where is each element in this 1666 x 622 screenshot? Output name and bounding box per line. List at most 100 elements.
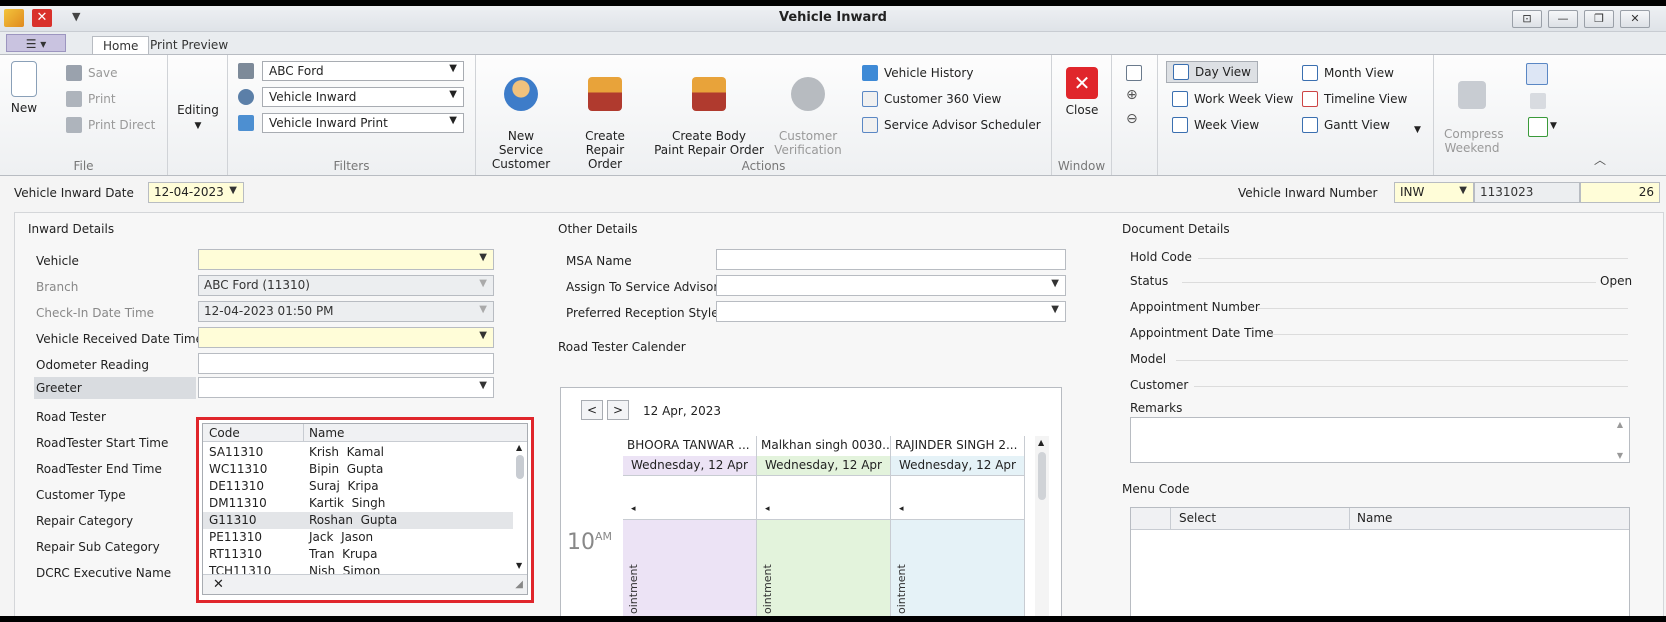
scroll-thumb[interactable] <box>516 455 524 479</box>
month-view-button[interactable]: Month View <box>1302 65 1394 81</box>
expand-left-icon[interactable]: ◂ <box>765 504 770 514</box>
expand-left-icon[interactable]: ◂ <box>631 504 636 514</box>
inward-seq-field: 26 <box>1580 182 1660 203</box>
greeter-option-row[interactable]: DE11310 Suraj Kripa <box>203 478 513 495</box>
inward-prefix-field[interactable]: INW ▼ <box>1394 182 1474 203</box>
greeter-grid-header: Code Name <box>203 424 527 442</box>
remarks-field[interactable]: ▲ ▼ <box>1130 417 1630 463</box>
save-button[interactable]: Save <box>66 65 117 81</box>
calendar-grid-icon <box>1302 65 1318 81</box>
assign-label: Assign To Service Advisor <box>566 280 719 294</box>
create-body-paint-label: Create Body Paint Repair Order <box>654 129 764 157</box>
resize-grip-icon[interactable]: ◢ <box>515 579 523 590</box>
edit-icon <box>862 117 878 133</box>
print-format-value: Vehicle Inward Print <box>269 116 388 130</box>
create-body-paint-button[interactable]: Create Body Paint Repair Order <box>654 63 764 157</box>
code-column-header[interactable]: Code <box>209 426 240 440</box>
scroll-thumb[interactable] <box>1038 452 1046 500</box>
menu-name-column[interactable]: Name <box>1357 511 1392 525</box>
zoom-out-icon[interactable]: ⊖ <box>1126 111 1138 127</box>
work-week-view-button[interactable]: Work Week View <box>1172 91 1293 107</box>
vehicle-history-button[interactable]: Vehicle History <box>862 65 973 81</box>
all-day-area[interactable] <box>757 476 891 520</box>
resource-view-icon[interactable] <box>1526 63 1548 85</box>
color-icon[interactable] <box>1528 117 1548 137</box>
view-filter-combo[interactable]: Vehicle Inward ▼ <box>262 87 464 107</box>
day-view-button[interactable]: Day View <box>1166 61 1258 83</box>
greeter-lookup-grid[interactable]: Code Name SA11310 Krish Kamal WC11310 Bipin… <box>202 423 528 595</box>
checkin-label: Check-In Date Time <box>36 306 155 320</box>
greeter-option-row[interactable]: PE11310 Jack Jason <box>203 529 513 546</box>
odometer-label: Odometer Reading <box>36 358 150 372</box>
maximize-button[interactable]: ❐ <box>1584 10 1614 28</box>
calendar-grid-icon[interactable] <box>1126 65 1142 81</box>
remarks-label: Remarks <box>1130 401 1183 415</box>
greeter-option-row[interactable]: RT11310 Tran Krupa <box>203 546 513 563</box>
week-view-button[interactable]: Week View <box>1172 117 1259 133</box>
collapse-ribbon-icon[interactable]: ︿ <box>1594 151 1606 168</box>
print-button[interactable]: Print <box>66 91 116 107</box>
expand-left-icon[interactable]: ◂ <box>899 504 904 514</box>
all-day-area[interactable] <box>891 476 1025 520</box>
window-close-button[interactable]: ✕ <box>1620 10 1650 28</box>
close-button[interactable]: ✕ Close <box>1060 67 1104 117</box>
inward-date-field[interactable]: 12-04-2023 ▼ <box>148 182 244 203</box>
print-format-combo[interactable]: Vehicle Inward Print ▼ <box>262 113 464 133</box>
restore-layout-button[interactable]: ⊡ <box>1512 10 1542 28</box>
greeter-option-row[interactable]: G11310 Roshan Gupta <box>203 512 513 529</box>
scroll-up-icon[interactable]: ▲ <box>1038 438 1044 447</box>
name-column-header[interactable]: Name <box>309 426 344 440</box>
menu-grid-rowheader <box>1131 508 1171 530</box>
views-more-dropdown-icon[interactable]: ▼ <box>1414 125 1421 135</box>
compress-weekend-button[interactable]: Compress Weekend <box>1444 67 1504 155</box>
customer-verification-button[interactable]: Customer Verification <box>772 63 844 157</box>
print-direct-button[interactable]: Print Direct <box>66 117 155 133</box>
document-details-title: Document Details <box>1122 222 1230 236</box>
filter-icon <box>238 63 254 79</box>
calendar-scrollbar[interactable]: ▲ <box>1035 436 1049 616</box>
new-service-customer-button[interactable]: New Service Customer <box>484 63 558 171</box>
greeter-option-row[interactable]: WC11310 Bipin Gupta <box>203 461 513 478</box>
received-field[interactable]: ▼ <box>198 327 494 348</box>
calendar-next-button[interactable]: > <box>607 400 629 420</box>
edit-icon <box>862 91 878 107</box>
greeter-option-row[interactable]: DM11310 Kartik Singh <box>203 495 513 512</box>
greeter-field[interactable]: ▼ <box>198 377 494 398</box>
remarks-scroll-up-icon[interactable]: ▲ <box>1617 420 1623 429</box>
resource-header: BHOORA TANWAR ... <box>623 436 757 456</box>
reception-field[interactable]: ▼ <box>716 301 1066 322</box>
remarks-scroll-down-icon[interactable]: ▼ <box>1617 451 1623 460</box>
day-view-label: Day View <box>1195 65 1251 79</box>
scroll-down-icon[interactable]: ▼ <box>516 561 522 570</box>
calendar-prev-button[interactable]: < <box>581 400 603 420</box>
clear-icon[interactable]: ✕ <box>213 577 224 592</box>
chevron-down-icon: ▼ <box>449 89 457 100</box>
window-group-caption: Window <box>1057 159 1106 173</box>
msa-field[interactable] <box>716 249 1066 270</box>
odometer-field[interactable] <box>198 353 494 374</box>
popup-scrollbar[interactable]: ▲ ▼ <box>513 443 527 573</box>
company-filter-combo[interactable]: ABC Ford ▼ <box>262 61 464 81</box>
scroll-up-icon[interactable]: ▲ <box>516 443 522 452</box>
customer-360-button[interactable]: Customer 360 View <box>862 91 1001 107</box>
timeline-view-button[interactable]: Timeline View <box>1302 91 1407 107</box>
minimize-button[interactable]: — <box>1548 10 1578 28</box>
tab-print-preview[interactable]: Print Preview <box>140 36 238 54</box>
assign-field[interactable]: ▼ <box>716 275 1066 296</box>
zoom-in-icon[interactable]: ⊕ <box>1126 87 1138 103</box>
color-dropdown-icon[interactable]: ▼ <box>1550 121 1557 131</box>
service-advisor-scheduler-button[interactable]: Service Advisor Scheduler <box>862 117 1041 133</box>
all-day-area[interactable] <box>623 476 757 520</box>
create-repair-order-button[interactable]: Create Repair Order <box>568 63 642 171</box>
vehicle-field[interactable]: ▼ <box>198 249 494 270</box>
editing-button[interactable]: Editing ▼ <box>174 103 222 133</box>
timeline-view-label: Timeline View <box>1324 92 1408 106</box>
menu-code-label: Menu Code <box>1122 482 1190 496</box>
service-advisor-scheduler-label: Service Advisor Scheduler <box>884 118 1041 132</box>
new-button[interactable]: New <box>6 61 42 115</box>
menu-select-column[interactable]: Select <box>1179 511 1216 525</box>
greeter-option-row[interactable]: SA11310 Krish Kamal <box>203 444 513 461</box>
gantt-view-button[interactable]: Gantt View <box>1302 117 1390 133</box>
menu-code-grid[interactable]: Select Name <box>1130 507 1630 616</box>
app-menu-button[interactable]: ☰ ▾ <box>6 34 66 52</box>
